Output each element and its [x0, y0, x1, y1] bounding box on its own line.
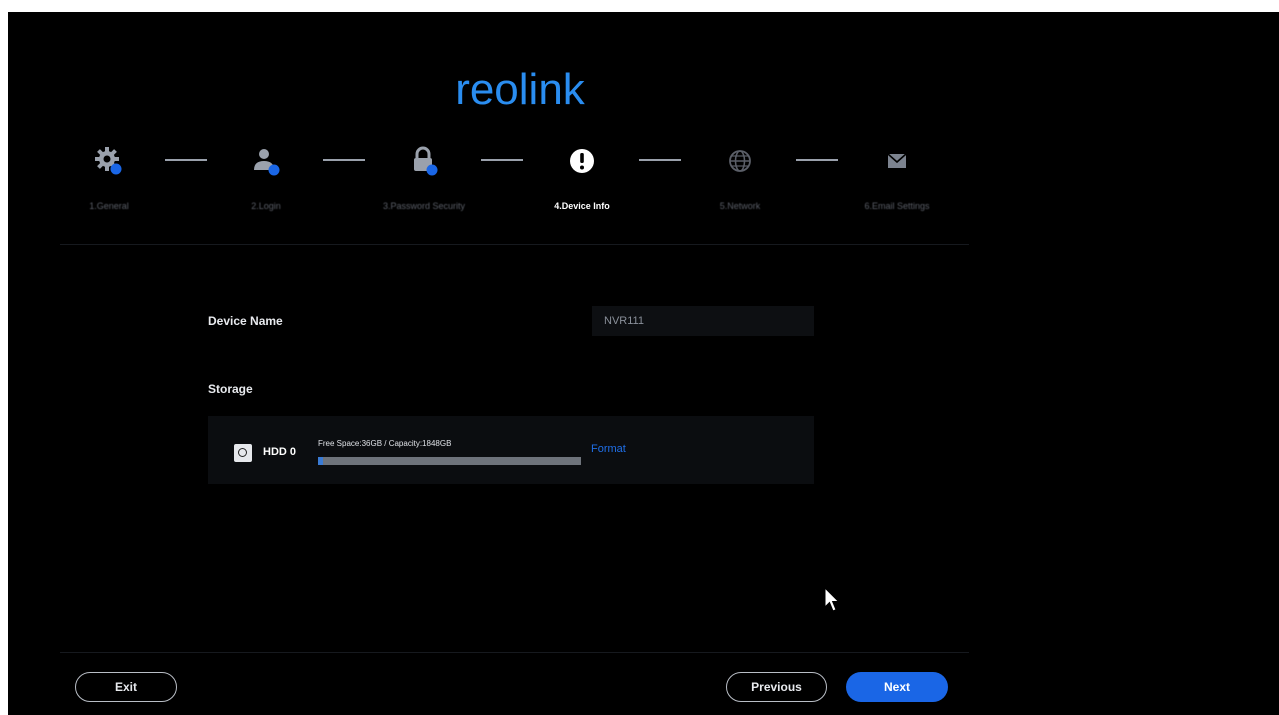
user-icon	[254, 149, 280, 176]
step-login: 2.Login	[201, 144, 331, 224]
footer-divider	[60, 652, 969, 653]
step-label: 5.Network	[719, 201, 761, 211]
gear-icon	[95, 147, 122, 175]
hdd-usage-fill	[318, 457, 324, 465]
device-name-label: Device Name	[208, 314, 283, 328]
device-name-input[interactable]	[592, 306, 814, 336]
step-label: 4.Device Info	[554, 201, 610, 211]
step-label: 3.Password Security	[382, 201, 466, 211]
step-label: 1.General	[89, 201, 129, 211]
mail-icon	[887, 153, 907, 168]
setup-wizard-screen: reolink 1.General 2.Login 3.Password Sec…	[8, 12, 1279, 715]
exit-button[interactable]: Exit	[75, 672, 177, 702]
hdd-capacity-info: Free Space:36GB / Capacity:1848GB	[318, 439, 452, 448]
step-label: 2.Login	[251, 201, 281, 211]
format-button[interactable]: Format	[591, 443, 626, 455]
globe-icon	[729, 150, 751, 172]
exclamation-icon	[570, 149, 594, 173]
hard-disk-icon	[234, 444, 252, 462]
hdd-usage-bar	[318, 457, 581, 465]
step-password-security: 3.Password Security	[359, 144, 489, 224]
step-general: 1.General	[44, 144, 174, 224]
step-label: 6.Email Settings	[864, 201, 930, 211]
reolink-logo: reolink	[455, 65, 586, 114]
logo-text: reolink	[455, 65, 586, 114]
lock-icon	[414, 146, 438, 176]
step-network: 5.Network	[675, 144, 805, 224]
hdd-name: HDD 0	[263, 446, 297, 458]
next-button[interactable]: Next	[846, 672, 948, 702]
mouse-cursor-icon	[824, 587, 840, 612]
storage-label: Storage	[208, 382, 253, 396]
storage-panel: HDD 0 Free Space:36GB / Capacity:1848GB …	[208, 416, 814, 484]
step-email-settings: 6.Email Settings	[832, 144, 962, 224]
step-device-info: 4.Device Info	[517, 144, 647, 224]
header-divider	[60, 244, 969, 245]
previous-button[interactable]: Previous	[726, 672, 827, 702]
